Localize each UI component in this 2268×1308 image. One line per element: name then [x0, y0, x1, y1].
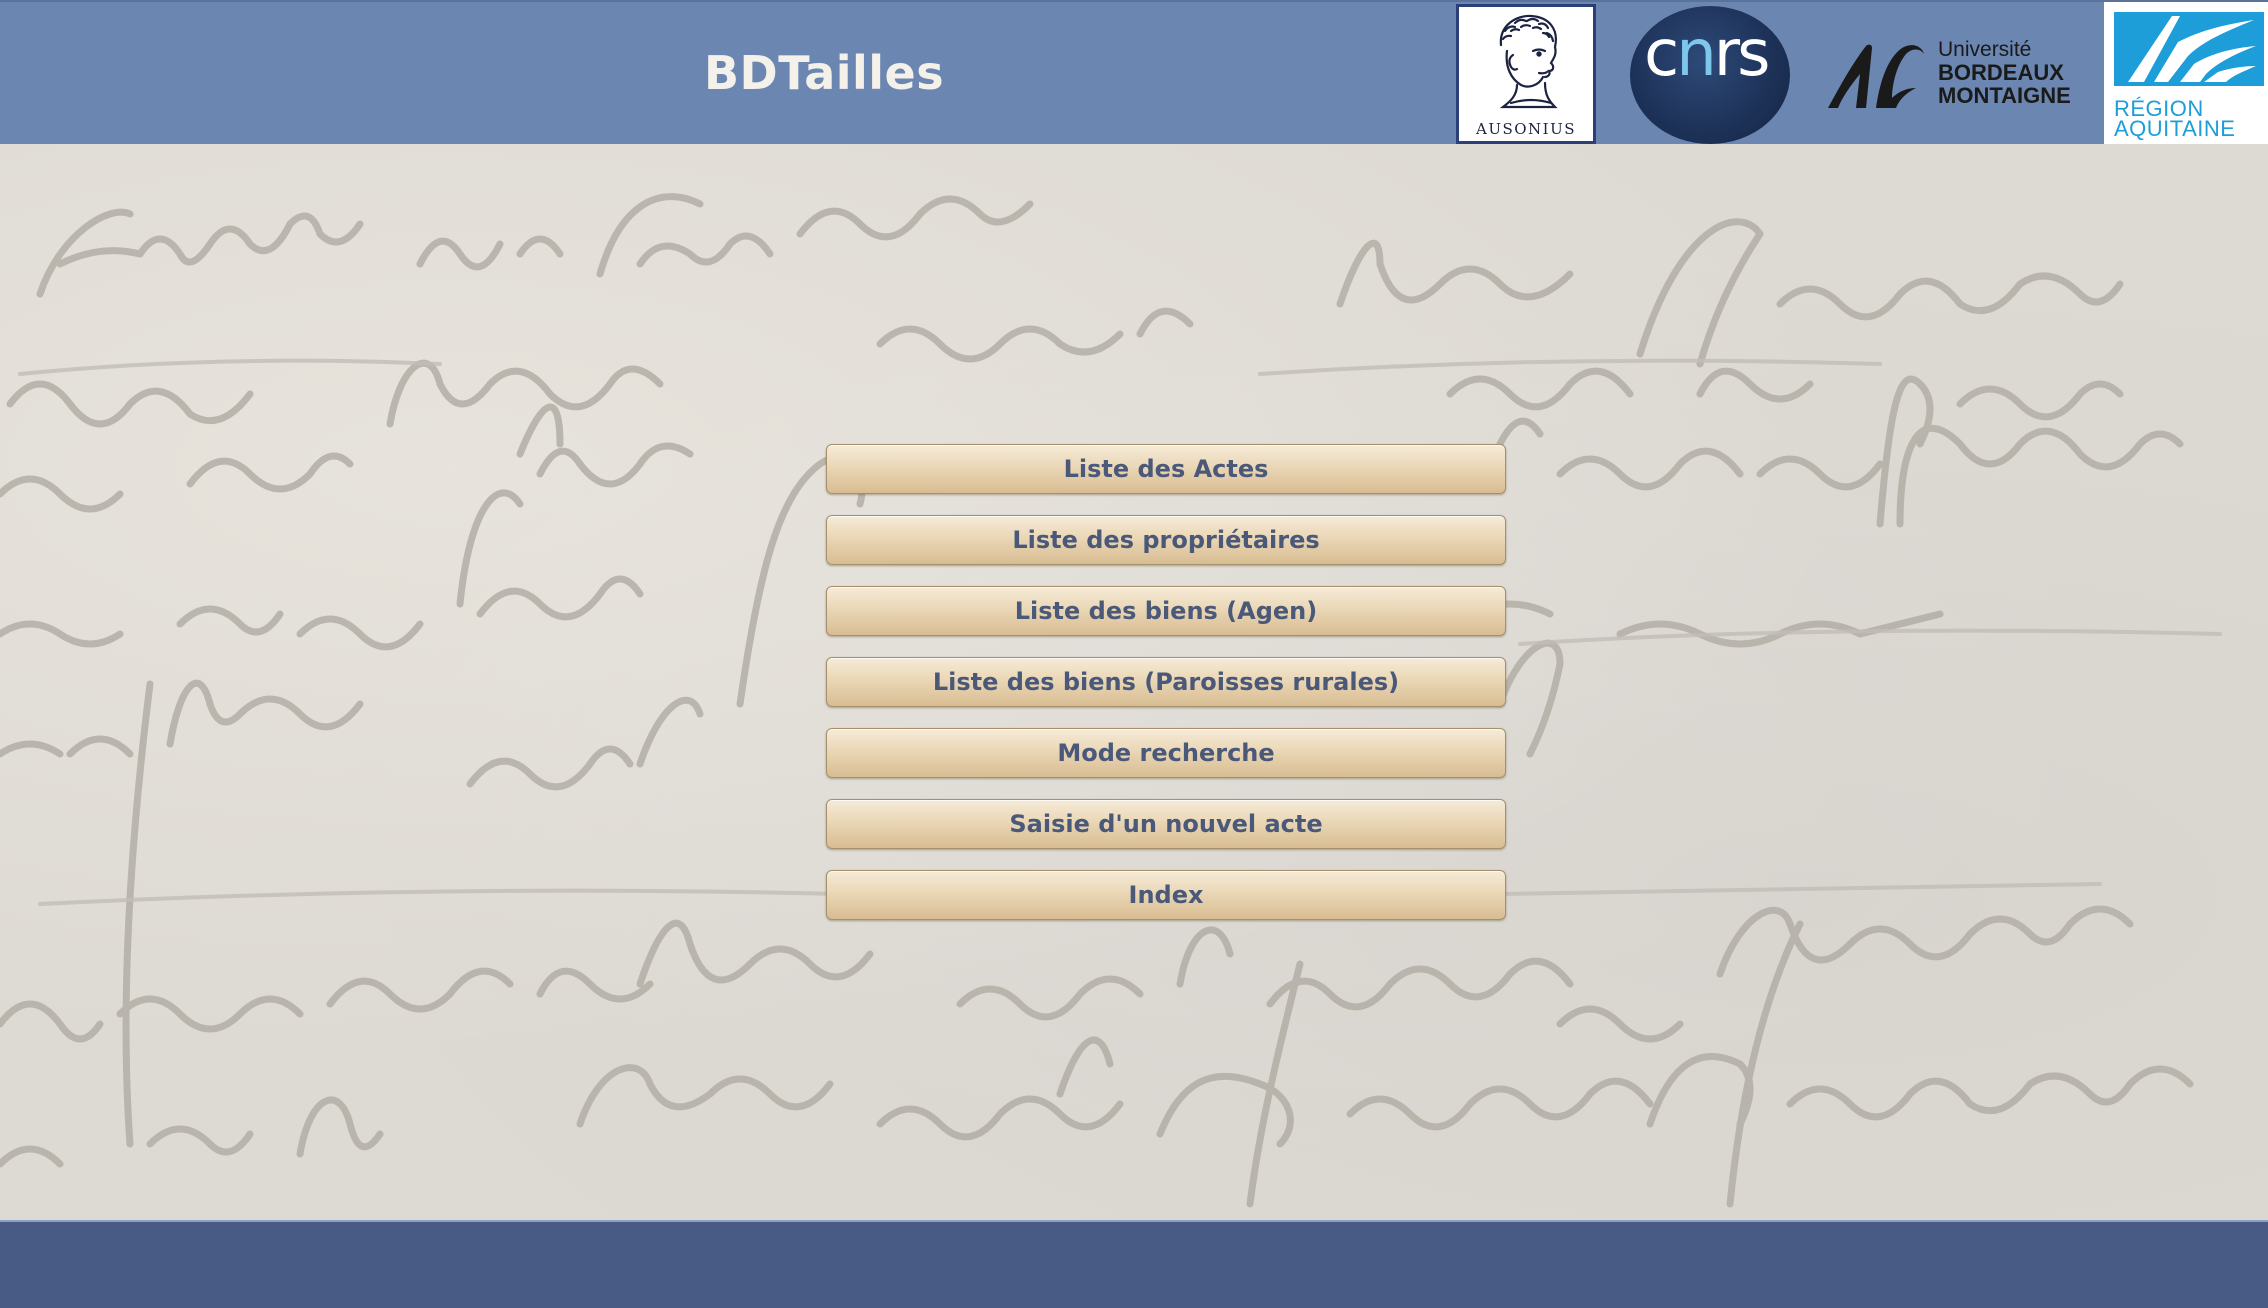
ausonius-logo[interactable]: AUSONIUS: [1456, 4, 1596, 144]
ubm-line1: Université: [1938, 38, 2032, 61]
main-content: Liste des Actes Liste des propriétaires …: [0, 144, 2268, 1220]
menu-button-liste-biens-agen[interactable]: Liste des biens (Agen): [826, 586, 1506, 636]
menu-button-liste-biens-paroisses[interactable]: Liste des biens (Paroisses rurales): [826, 657, 1506, 707]
main-menu: Liste des Actes Liste des propriétaires …: [826, 444, 1506, 941]
cnrs-logo[interactable]: cnrs: [1630, 6, 1790, 144]
menu-button-liste-proprietaires[interactable]: Liste des propriétaires: [826, 515, 1506, 565]
header-bar: BDTailles AUSONIUS cnrs Université BORDE…: [0, 0, 2268, 146]
region-line2: AQUITAINE: [2114, 116, 2236, 141]
ausonius-caption: AUSONIUS: [1475, 120, 1576, 138]
region-flag-icon: [2114, 12, 2264, 86]
menu-button-liste-actes[interactable]: Liste des Actes: [826, 444, 1506, 494]
app-title: BDTailles: [704, 46, 945, 100]
ubm-line3: MONTAIGNE: [1938, 83, 2071, 108]
region-aquitaine-logo[interactable]: RÉGION AQUITAINE: [2104, 2, 2268, 146]
ubm-logo[interactable]: Université BORDEAUX MONTAIGNE: [1826, 26, 2076, 122]
ubm-mark-icon: [1828, 44, 1924, 108]
menu-button-saisie-nouvel-acte[interactable]: Saisie d'un nouvel acte: [826, 799, 1506, 849]
ausonius-head-icon: [1499, 14, 1558, 109]
menu-button-mode-recherche[interactable]: Mode recherche: [826, 728, 1506, 778]
menu-button-index[interactable]: Index: [826, 870, 1506, 920]
footer-bar: [0, 1220, 2268, 1308]
cnrs-wordmark: cnrs: [1644, 17, 1770, 91]
